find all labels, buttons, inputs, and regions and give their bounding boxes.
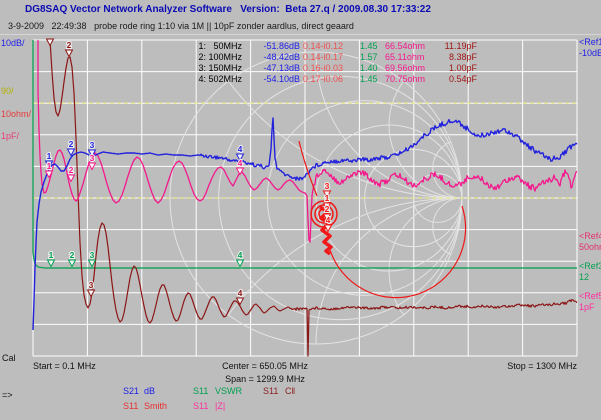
svg-text:2: 2 [67, 40, 72, 50]
marker-cell-pf: 0.54pF [449, 74, 477, 84]
svg-text:1: 1 [49, 250, 54, 260]
svg-text:4: 4 [238, 288, 243, 298]
marker-cell-cx: 0.14-i0.17 [303, 52, 343, 62]
marker-cell-num: 3: [198, 63, 206, 73]
svg-text:1: 1 [325, 193, 330, 203]
marker-cell-num: 2: [198, 52, 206, 62]
marker-cell-cx: 0.17-i0.06 [303, 74, 343, 84]
marker-cell-vswr: 1.45 [360, 74, 378, 84]
marker-cell-pf: 1.00pF [449, 63, 477, 73]
svg-text:2: 2 [325, 204, 330, 214]
arrow-indicator[interactable]: => [2, 390, 13, 400]
svg-text:4: 4 [238, 250, 243, 260]
marker-cell-vswr: 1.57 [360, 52, 378, 62]
legend-item[interactable]: Smith [144, 401, 167, 411]
marker-cell-vswr: 1.45 [360, 41, 378, 51]
marker-cell-db: -48.42dB [263, 52, 300, 62]
svg-text:4: 4 [238, 144, 243, 154]
ref-label: <Ref3 12 [579, 261, 601, 283]
svg-text:2: 2 [69, 139, 74, 149]
marker-cell-freq: 502MHz [208, 74, 242, 84]
svg-text:3: 3 [90, 153, 95, 163]
ref-label: <Ref1 -10dB [579, 37, 601, 59]
span-label: Span = 1299.9 MHz [185, 374, 345, 384]
center-frequency-label: Center = 650.05 MHz [185, 361, 345, 371]
marker-cell-freq: 100MHz [208, 52, 242, 62]
trace-marker-1[interactable]: 1 [48, 250, 55, 267]
left-scale-label: 10ohm/ [1, 109, 31, 119]
marker-cell-db: -47.13dB [263, 63, 300, 73]
marker-cell-db: -54.10dB [263, 74, 300, 84]
trace-marker-1[interactable] [47, 39, 54, 46]
ref-label: <Ref4 50ohm [579, 231, 601, 253]
marker-cell-cx: 0.16-i0.03 [303, 63, 343, 73]
stop-frequency-label: Stop = 1300 MHz [430, 361, 577, 371]
svg-text:3: 3 [90, 250, 95, 260]
marker-cell-db: -51.86dB [263, 41, 300, 51]
svg-text:3: 3 [90, 140, 95, 150]
legend-item[interactable]: VSWR [215, 386, 242, 396]
cal-indicator[interactable]: Cal [2, 353, 16, 363]
svg-text:4: 4 [326, 215, 331, 225]
legend-item[interactable]: C‖ [285, 386, 295, 396]
legend-item[interactable]: dB [144, 386, 155, 396]
trace-marker-3[interactable]: 3 [89, 250, 96, 267]
marker-cell-freq: 150MHz [208, 63, 242, 73]
chart-canvas[interactable]: 1234123412342343124 [0, 0, 601, 420]
marker-cell-num: 1: [198, 41, 206, 51]
marker-cell-ohm: 66.54ohm [385, 41, 425, 51]
ref-label: <Ref5 1pF [579, 291, 601, 313]
legend-item[interactable]: S11 [193, 401, 208, 411]
legend-item[interactable]: S21 [123, 386, 139, 396]
legend-item[interactable]: |Z| [215, 401, 225, 411]
marker-cell-ohm: 65.11ohm [385, 52, 424, 62]
marker-cell-ohm: 69.56ohm [385, 63, 425, 73]
trace-marker-2[interactable]: 2 [69, 250, 76, 267]
start-frequency-label: Start = 0.1 MHz [33, 361, 96, 371]
left-scale-label: 90/ [1, 86, 14, 96]
left-scale-label: 1pF/ [1, 131, 19, 141]
trace-marker-2[interactable]: 2 [66, 40, 73, 57]
svg-text:4: 4 [238, 158, 243, 168]
vnwa-window: DG8SAQ Vector Network Analyzer Software … [0, 0, 601, 420]
svg-text:1: 1 [47, 161, 52, 171]
marker-cell-num: 4: [198, 74, 206, 84]
marker-cell-pf: 8.38pF [449, 52, 477, 62]
svg-text:2: 2 [70, 250, 75, 260]
svg-text:3: 3 [325, 181, 330, 191]
legend-item[interactable]: S11 [123, 401, 138, 411]
marker-cell-vswr: 1.40 [360, 63, 378, 73]
left-scale-label: 10dB/ [1, 38, 25, 48]
marker-cell-freq: 50MHz [213, 41, 242, 51]
marker-cell-pf: 11.19pF [445, 41, 477, 51]
svg-text:3: 3 [89, 280, 94, 290]
svg-text:1: 1 [47, 151, 52, 161]
legend-item[interactable]: S11 [193, 386, 208, 396]
trace-marker-2[interactable]: 2 [68, 139, 75, 156]
svg-text:2: 2 [69, 165, 74, 175]
marker-cell-cx: 0.14-i0.12 [303, 41, 343, 51]
legend-item[interactable]: S11 [263, 386, 278, 396]
marker-cell-ohm: 70.75ohm [385, 74, 425, 84]
